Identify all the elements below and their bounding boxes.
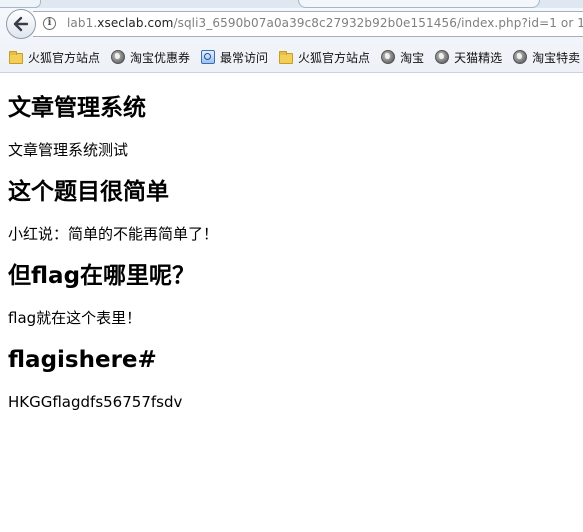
globe-icon bbox=[435, 50, 450, 64]
article-heading: flagishere# bbox=[8, 347, 157, 373]
url-bar[interactable]: i lab1.xseclab.com/sqli3_6590b07a0a39c8c… bbox=[33, 11, 583, 37]
url-path: /sqli3_6590b07a0a39c8c27932b92b0e151456/… bbox=[173, 16, 583, 30]
tab-edge bbox=[0, 0, 41, 8]
bookmarks-bar: 火狐官方站点 淘宝优惠券 最常访问 火狐官方站点 淘宝 天猫精选 淘宝特卖 bbox=[0, 43, 583, 71]
bookmark-item[interactable]: 火狐官方站点 bbox=[0, 46, 102, 68]
url-host: xseclab.com bbox=[97, 16, 174, 30]
page-content: 文章管理系统 文章管理系统测试 这个题目很简单 小红说：简单的不能再简单了！ 但… bbox=[8, 72, 578, 412]
article-body: HKGGflagdfs56757fsdv bbox=[8, 393, 183, 411]
page-subtitle: 文章管理系统测试 bbox=[8, 141, 129, 159]
folder-icon bbox=[279, 50, 294, 64]
article-body: flag就在这个表里！ bbox=[8, 309, 142, 327]
globe-icon bbox=[111, 50, 126, 64]
bookmark-label: 火狐官方站点 bbox=[28, 50, 101, 65]
bookmark-label: 火狐官方站点 bbox=[298, 50, 371, 65]
bookmark-item[interactable]: 天猫精选 bbox=[426, 46, 504, 68]
url-prefix: lab1. bbox=[67, 16, 98, 30]
article-heading: 但flag在哪里呢？ bbox=[8, 263, 196, 289]
bookmark-item[interactable]: 淘宝特卖 bbox=[504, 46, 582, 68]
url-text[interactable]: lab1.xseclab.com/sqli3_6590b07a0a39c8c27… bbox=[67, 16, 583, 30]
globe-icon bbox=[381, 50, 396, 64]
folder-icon bbox=[9, 50, 23, 64]
search-icon bbox=[201, 50, 216, 64]
bookmark-label: 淘宝 bbox=[400, 50, 425, 65]
bookmark-item[interactable]: 淘宝优惠券 bbox=[102, 46, 192, 68]
back-arrow-icon bbox=[13, 16, 29, 32]
page-title: 文章管理系统 bbox=[8, 95, 146, 121]
info-icon[interactable]: i bbox=[43, 17, 56, 30]
back-button[interactable] bbox=[6, 9, 36, 39]
bookmark-label: 淘宝优惠券 bbox=[130, 50, 191, 65]
bookmark-label: 淘宝特卖 bbox=[532, 50, 581, 65]
tab-strip bbox=[0, 0, 583, 8]
bookmark-item[interactable]: 淘宝 bbox=[372, 46, 426, 68]
bookmark-label: 天猫精选 bbox=[454, 50, 503, 65]
article-heading: 这个题目很简单 bbox=[8, 179, 169, 205]
bookmark-label: 最常访问 bbox=[220, 50, 269, 65]
bookmark-item[interactable]: 火狐官方站点 bbox=[270, 46, 372, 68]
bookmark-item[interactable]: 最常访问 bbox=[192, 46, 270, 68]
tab-edge bbox=[298, 0, 540, 8]
globe-icon bbox=[513, 50, 528, 64]
browser-chrome: i lab1.xseclab.com/sqli3_6590b07a0a39c8c… bbox=[0, 0, 583, 73]
article-body: 小红说：简单的不能再简单了！ bbox=[8, 225, 219, 243]
